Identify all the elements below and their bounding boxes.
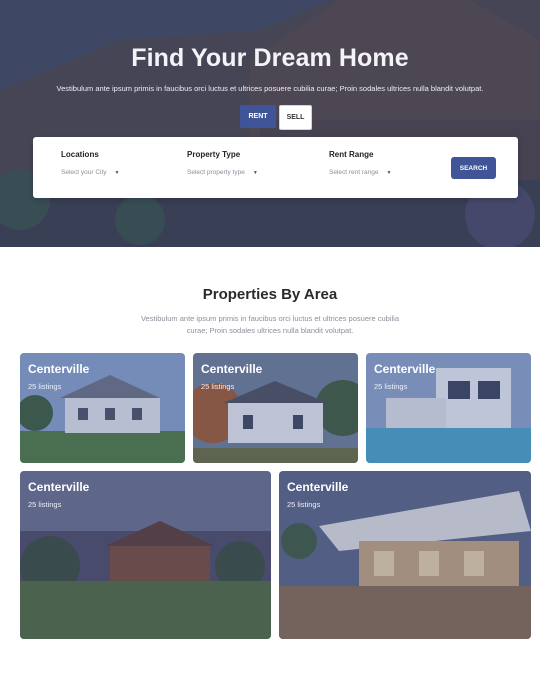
area-listings-count: 25 listings bbox=[28, 500, 62, 509]
area-listings-count: 25 listings bbox=[374, 382, 408, 391]
rent-range-field: Rent Range Select rent range ▼ bbox=[329, 150, 391, 176]
area-card[interactable]: Centerville 25 listings bbox=[20, 471, 271, 639]
location-placeholder: Select your City bbox=[61, 169, 107, 176]
area-name: Centerville bbox=[287, 480, 349, 494]
chevron-down-icon: ▼ bbox=[386, 169, 392, 176]
area-card[interactable]: Centerville 25 listings bbox=[366, 353, 531, 463]
area-listings-count: 25 listings bbox=[287, 500, 321, 509]
area-name: Centerville bbox=[28, 480, 90, 494]
location-label: Locations bbox=[61, 150, 99, 159]
area-card[interactable]: Centerville 25 listings bbox=[279, 471, 531, 639]
area-name: Centerville bbox=[374, 362, 436, 376]
location-select[interactable]: Select your City ▼ bbox=[61, 169, 119, 176]
property-type-label: Property Type bbox=[187, 150, 241, 159]
rent-sell-toggle: RENT SELL bbox=[240, 105, 312, 130]
section-title: Properties By Area bbox=[202, 286, 338, 303]
rent-range-label: Rent Range bbox=[329, 150, 374, 159]
property-type-placeholder: Select property type bbox=[187, 169, 245, 176]
search-panel: Locations Select your City ▼ Property Ty… bbox=[33, 137, 518, 198]
hero-title: Find Your Dream Home bbox=[131, 44, 409, 72]
area-listings-count: 25 listings bbox=[201, 382, 235, 391]
location-field: Locations Select your City ▼ bbox=[61, 150, 119, 176]
area-card[interactable]: Centerville 25 listings bbox=[193, 353, 358, 463]
rent-range-placeholder: Select rent range bbox=[329, 169, 379, 176]
area-card[interactable]: Centerville 25 listings bbox=[20, 353, 185, 463]
area-name: Centerville bbox=[28, 362, 90, 376]
hero-banner: Find Your Dream Home Vestibulum ante ips… bbox=[0, 0, 540, 247]
chevron-down-icon: ▼ bbox=[114, 169, 120, 176]
hero-subtitle: Vestibulum ante ipsum primis in faucibus… bbox=[56, 84, 484, 93]
chevron-down-icon: ▼ bbox=[252, 169, 258, 176]
rent-range-select[interactable]: Select rent range ▼ bbox=[329, 169, 391, 176]
area-name: Centerville bbox=[201, 362, 263, 376]
search-button[interactable]: SEARCH bbox=[451, 157, 496, 179]
sell-button[interactable]: SELL bbox=[279, 105, 312, 130]
property-type-select[interactable]: Select property type ▼ bbox=[187, 169, 258, 176]
section-subtitle: Vestibulum ante ipsum primis in faucibus… bbox=[140, 314, 400, 335]
area-listings-count: 25 listings bbox=[28, 382, 62, 391]
rent-button[interactable]: RENT bbox=[240, 105, 276, 128]
property-type-field: Property Type Select property type ▼ bbox=[187, 150, 258, 176]
